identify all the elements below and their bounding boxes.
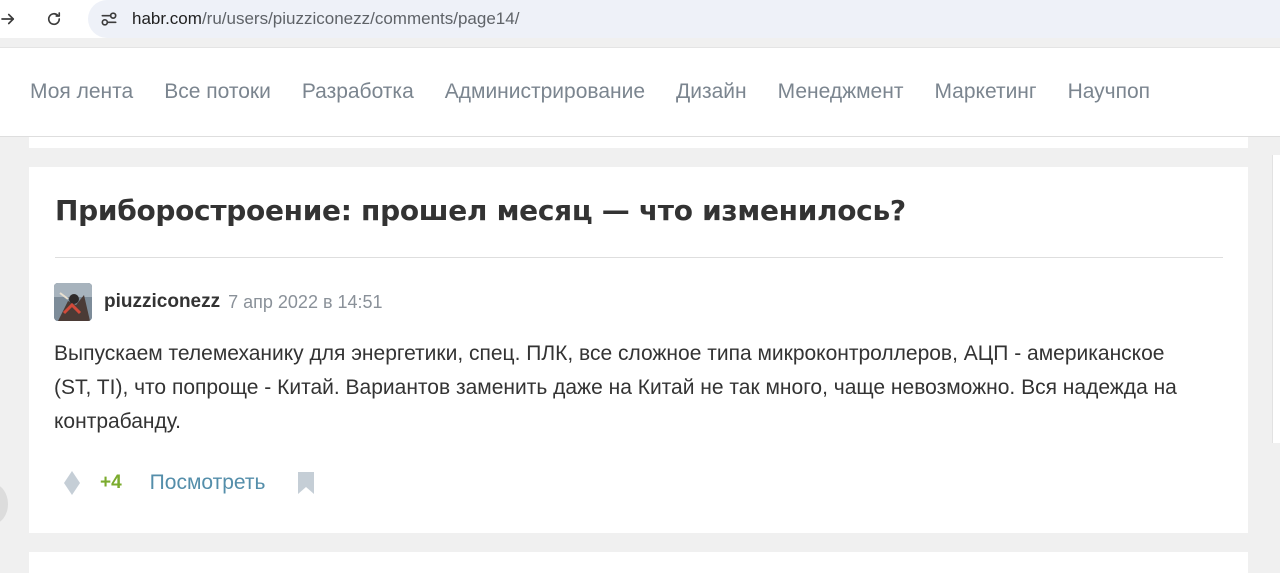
next-card-top [29, 552, 1248, 573]
comment-text: Выпускаем телемеханику для энергетики, с… [54, 342, 1177, 433]
site-settings-icon[interactable] [94, 4, 124, 34]
view-comment-link[interactable]: Посмотреть [150, 471, 266, 495]
nav-item-development[interactable]: Разработка [302, 80, 414, 104]
address-bar[interactable]: habr.com/ru/users/piuzziconezz/comments/… [88, 0, 1280, 38]
divider [55, 257, 1223, 258]
nav-item-my-feed[interactable]: Моя лента [30, 80, 133, 104]
url-text[interactable]: habr.com/ru/users/piuzziconezz/comments/… [132, 9, 519, 29]
forward-icon[interactable] [0, 5, 22, 33]
nav-item-administration[interactable]: Администрирование [445, 80, 645, 104]
habr-flow-nav: Моя лента Все потоки Разработка Админист… [0, 47, 1280, 137]
comment-footer: +4 Посмотреть [54, 465, 319, 501]
avatar[interactable] [54, 283, 92, 321]
post-title[interactable]: Приборостроение: прошел месяц — что изме… [55, 194, 906, 227]
comment-score: +4 [100, 472, 122, 493]
browser-toolbar: habr.com/ru/users/piuzziconezz/comments/… [0, 0, 1280, 38]
nav-item-management[interactable]: Менеджмент [778, 80, 904, 104]
previous-card-bottom [29, 137, 1248, 148]
bookmark-icon[interactable] [293, 465, 319, 501]
sidebar-edge [1272, 155, 1280, 443]
comment-card: Приборостроение: прошел месяц — что изме… [29, 167, 1248, 533]
nav-item-marketing[interactable]: Маркетинг [934, 80, 1036, 104]
comment-meta: piuzziconezz 7 апр 2022 в 14:51 [54, 283, 383, 321]
nav-item-all-flows[interactable]: Все потоки [164, 80, 271, 104]
reload-icon[interactable] [40, 5, 68, 33]
vote-icon[interactable] [54, 465, 90, 501]
scroll-handle[interactable] [0, 484, 8, 524]
nav-item-design[interactable]: Дизайн [676, 80, 747, 104]
url-path: /ru/users/piuzziconezz/comments/page14/ [201, 9, 520, 28]
url-host: habr.com [132, 9, 202, 28]
nav-item-popsci[interactable]: Научпоп [1068, 80, 1150, 104]
author-username[interactable]: piuzziconezz [104, 291, 220, 313]
comment-timestamp[interactable]: 7 апр 2022 в 14:51 [228, 292, 382, 313]
